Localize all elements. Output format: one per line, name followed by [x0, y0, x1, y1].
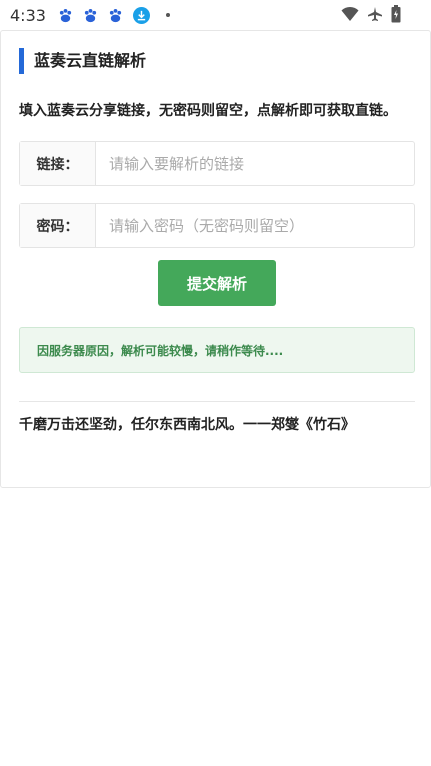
parser-card: 蓝奏云直链解析 填入蓝奏云分享链接，无密码则留空，点解析即可获取直链。 链接： …	[0, 30, 431, 488]
download-icon	[132, 6, 150, 24]
password-input[interactable]	[96, 204, 414, 247]
dot-icon	[165, 13, 170, 17]
system-icons	[341, 5, 401, 23]
notification-icons	[58, 6, 170, 24]
battery-icon	[391, 5, 401, 23]
link-input[interactable]	[96, 142, 414, 185]
baidu-paw-icon	[83, 8, 98, 23]
page-title: 蓝奏云直链解析	[19, 48, 146, 74]
baidu-paw-icon	[108, 8, 123, 23]
baidu-paw-icon	[58, 8, 73, 23]
airplane-icon	[367, 6, 383, 22]
quote-text: 千磨万击还坚劲，任尔东西南北风。一一郑燮《竹石》	[19, 417, 355, 433]
status-time: 4:33	[10, 5, 46, 25]
password-field: 密码：	[19, 203, 415, 248]
wifi-icon	[341, 6, 359, 22]
submit-button[interactable]: 提交解析	[158, 260, 276, 306]
password-label: 密码：	[20, 204, 96, 247]
intro-text: 填入蓝奏云分享链接，无密码则留空，点解析即可获取直链。	[19, 103, 397, 119]
link-label: 链接：	[20, 142, 96, 185]
link-field: 链接：	[19, 141, 415, 186]
status-bar: 4:33	[0, 0, 431, 30]
divider	[19, 401, 415, 402]
notice-banner: 因服务器原因，解析可能较慢，请稍作等待....	[19, 327, 415, 373]
